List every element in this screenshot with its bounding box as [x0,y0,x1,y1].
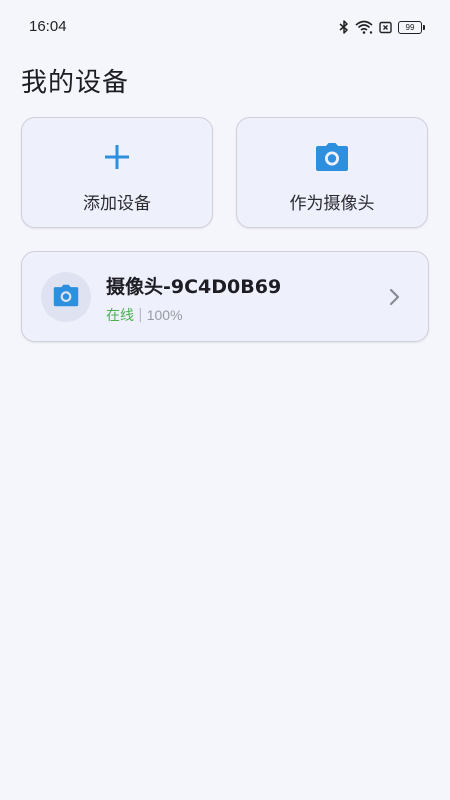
status-bar: 16:04 99 [0,0,450,54]
camera-icon [53,284,79,311]
device-avatar [41,272,91,322]
use-as-camera-button[interactable]: 作为摄像头 [236,117,428,228]
wifi-icon [355,20,373,34]
status-separator: | [138,307,143,323]
device-battery: 100% [146,307,183,323]
status-icons: 99 [339,18,425,36]
device-online-status: 在线 [106,308,134,324]
add-device-label: 添加设备 [83,194,151,214]
plus-icon [100,140,134,174]
add-device-button[interactable]: 添加设备 [21,117,213,228]
bluetooth-icon [339,20,349,34]
sim-icon [379,21,392,34]
battery-icon: 99 [398,20,425,34]
page-title: 我的设备 [21,68,130,98]
device-name: 摄像头-9C4D0B69 [106,276,282,298]
camera-icon [315,140,349,174]
use-as-camera-label: 作为摄像头 [289,194,375,214]
chevron-right-icon [388,288,402,306]
device-list-item[interactable]: 摄像头-9C4D0B69 在线 | 100% [21,251,429,342]
status-time: 16:04 [29,18,67,35]
device-status: 在线 | 100% [106,305,183,325]
